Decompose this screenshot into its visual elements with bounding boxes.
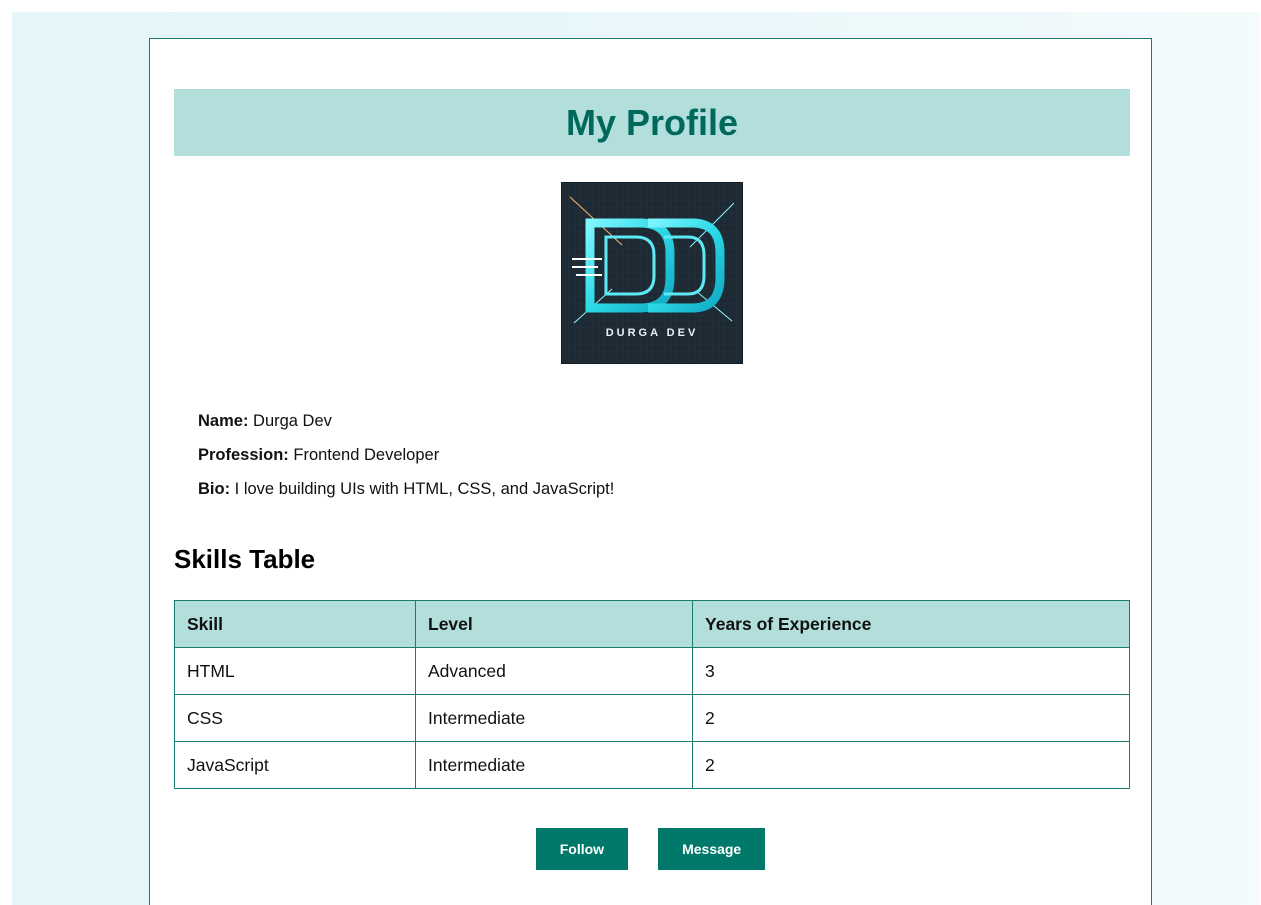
name-value: Durga Dev <box>253 412 332 430</box>
cell-level: Intermediate <box>415 694 693 742</box>
table-row: JavaScript Intermediate 2 <box>174 741 1130 789</box>
bio-label: Bio: <box>198 480 231 498</box>
bio-value: I love building UIs with HTML, CSS, and … <box>234 480 615 498</box>
action-buttons: Follow Message <box>150 828 1151 870</box>
cell-level: Advanced <box>415 647 693 695</box>
cell-skill: HTML <box>174 647 416 695</box>
name-label: Name: <box>198 412 249 430</box>
profession-label: Profession: <box>198 446 289 464</box>
skills-heading: Skills Table <box>174 544 316 574</box>
cell-years: 2 <box>692 694 1130 742</box>
cell-years: 3 <box>692 647 1130 695</box>
name-row: Name: Durga Dev <box>198 404 614 438</box>
dd-logo-icon: DURGA DEV <box>562 183 742 363</box>
table-row: HTML Advanced 3 <box>174 647 1130 695</box>
profile-info: Name: Durga Dev Profession: Frontend Dev… <box>198 404 614 506</box>
profile-card: My Profile DURGA DEV Name: Durga Dev Pro… <box>149 38 1152 905</box>
cell-level: Intermediate <box>415 741 693 789</box>
column-header-skill: Skill <box>174 600 416 648</box>
title-banner: My Profile <box>174 89 1130 156</box>
cell-years: 2 <box>692 741 1130 789</box>
cell-skill: JavaScript <box>174 741 416 789</box>
profession-value: Frontend Developer <box>293 446 440 464</box>
follow-button[interactable]: Follow <box>535 828 629 870</box>
cell-skill: CSS <box>174 694 416 742</box>
column-header-level: Level <box>415 600 693 648</box>
table-header-row: Skill Level Years of Experience <box>174 600 1130 648</box>
column-header-years: Years of Experience <box>692 600 1130 648</box>
page-background: My Profile DURGA DEV Name: Durga Dev Pro… <box>12 12 1260 905</box>
profile-logo: DURGA DEV <box>561 182 743 364</box>
message-button[interactable]: Message <box>658 828 766 870</box>
svg-text:DURGA DEV: DURGA DEV <box>606 327 699 339</box>
profession-row: Profession: Frontend Developer <box>198 438 614 472</box>
page-title: My Profile <box>565 101 739 143</box>
table-row: CSS Intermediate 2 <box>174 694 1130 742</box>
skills-table: Skill Level Years of Experience HTML Adv… <box>174 600 1130 789</box>
bio-row: Bio: I love building UIs with HTML, CSS,… <box>198 472 614 506</box>
